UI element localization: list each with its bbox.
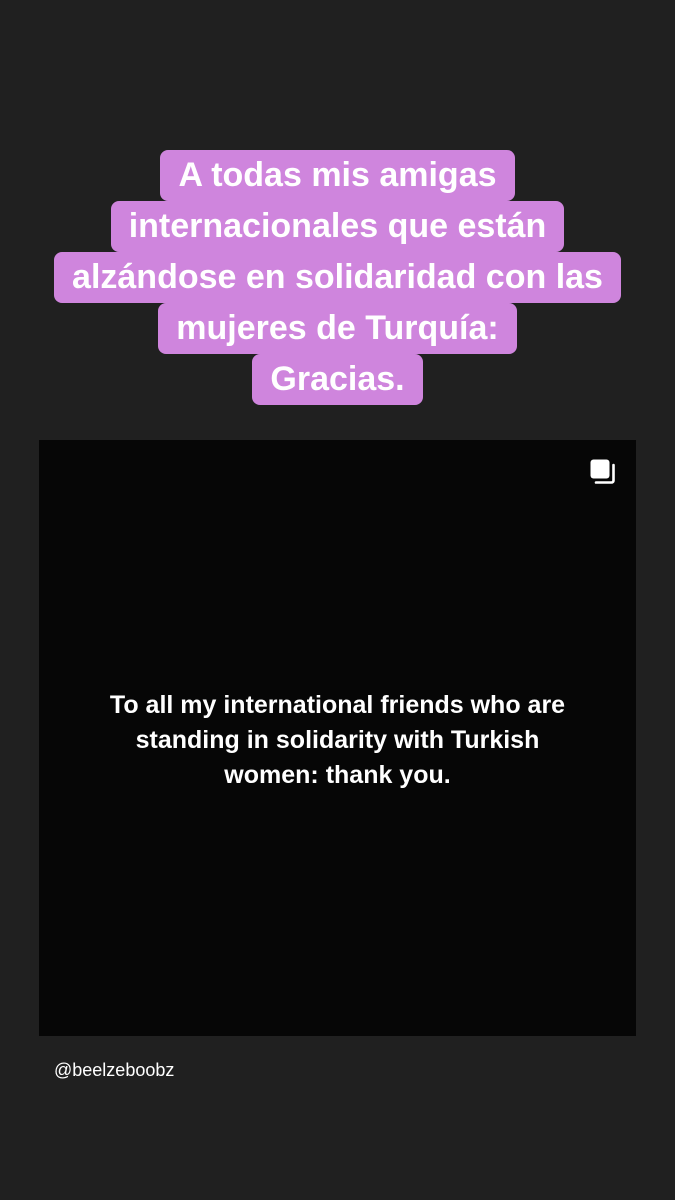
caption-line: Gracias. (252, 354, 423, 405)
post-text-line: women: thank you. (224, 761, 451, 789)
story-caption: A todas mis amigas internacionales que e… (0, 150, 675, 405)
shared-post-card[interactable]: To all my international friends who are … (39, 440, 636, 1036)
caption-line: alzándose en solidaridad con las (54, 252, 621, 303)
multiple-images-icon (590, 459, 615, 484)
post-text-line: standing in solidarity with Turkish (135, 726, 540, 754)
post-text: To all my international friends who are … (39, 688, 636, 793)
caption-line: A todas mis amigas (160, 150, 515, 201)
username-attribution[interactable]: @beelzeboobz (54, 1058, 174, 1082)
caption-line: internacionales que están (110, 201, 565, 252)
post-text-line: To all my international friends who are (109, 691, 566, 719)
caption-line: mujeres de Turquía: (158, 303, 517, 354)
